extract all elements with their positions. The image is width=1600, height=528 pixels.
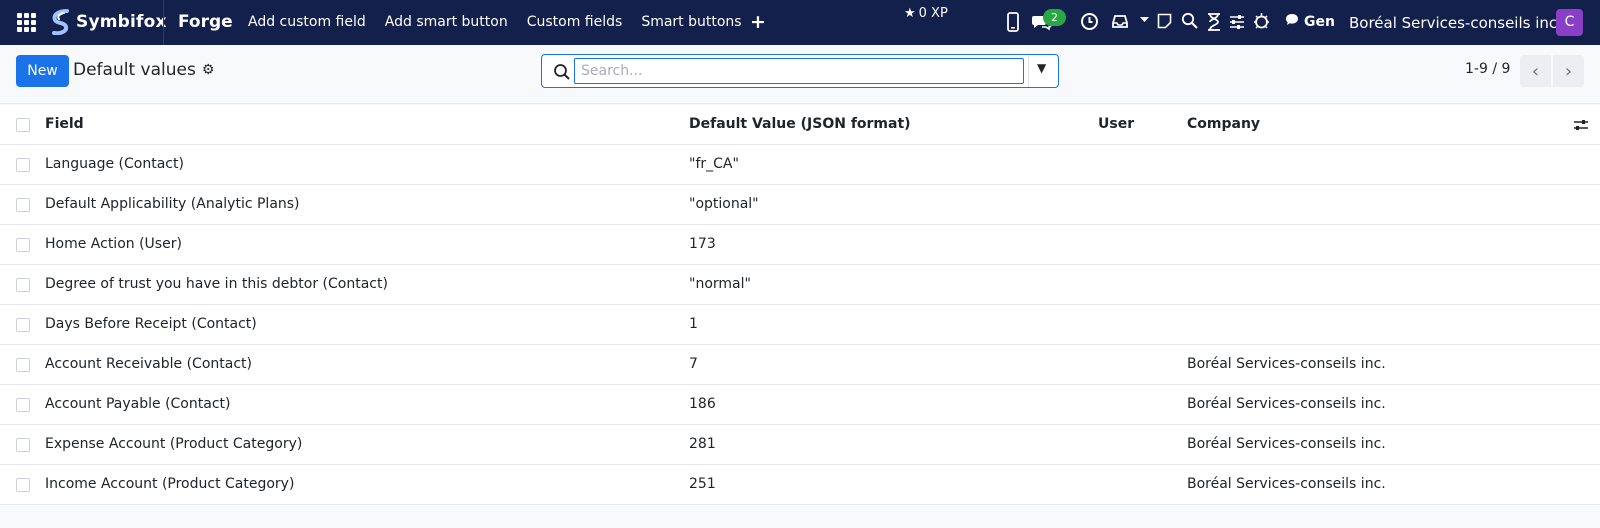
row-checkbox[interactable]	[16, 158, 30, 172]
apps-grid-icon[interactable]	[17, 13, 36, 32]
navbar-divider	[163, 0, 164, 45]
cell-field: Language (Contact)	[45, 156, 184, 172]
row-checkbox[interactable]	[16, 358, 30, 372]
list-table: Field Default Value (JSON format) User C…	[0, 105, 1600, 505]
row-checkbox[interactable]	[16, 398, 30, 412]
avatar[interactable]: C	[1556, 9, 1583, 36]
clock-icon[interactable]	[1080, 12, 1099, 31]
cell-field: Default Applicability (Analytic Plans)	[45, 196, 300, 212]
new-button[interactable]: New	[16, 55, 69, 87]
top-menu: Add custom field Add smart button Custom…	[248, 14, 761, 30]
sliders-icon[interactable]	[1229, 14, 1245, 30]
cell-field: Expense Account (Product Category)	[45, 436, 303, 452]
cell-field: Days Before Receipt (Contact)	[45, 316, 257, 332]
row-checkbox[interactable]	[16, 438, 30, 452]
search-divider	[1028, 55, 1029, 87]
xp-indicator[interactable]: ★ 0 XP	[904, 6, 948, 21]
cell-field: Income Account (Product Category)	[45, 476, 295, 492]
menu-item-add-custom-field[interactable]: Add custom field	[248, 14, 366, 30]
search-input[interactable]	[574, 58, 1024, 84]
cell-default-value: 7	[689, 356, 698, 372]
cell-field: Account Receivable (Contact)	[45, 356, 252, 372]
column-header-default-value[interactable]: Default Value (JSON format)	[689, 116, 911, 132]
inbox-icon[interactable]	[1112, 14, 1128, 29]
page-title: Default values	[73, 60, 196, 80]
cell-default-value: "optional"	[689, 196, 759, 212]
cell-company: Boréal Services-conseils inc.	[1187, 436, 1386, 452]
chevron-right-icon[interactable]: ›	[1553, 55, 1584, 87]
caret-down-icon[interactable]	[1140, 17, 1149, 23]
row-checkbox[interactable]	[16, 478, 30, 492]
cell-default-value: 251	[689, 476, 716, 492]
company-switcher[interactable]: Boréal Services-conseils inc.	[1349, 14, 1562, 32]
search-icon[interactable]	[1181, 12, 1198, 29]
brand-name: Symbifox	[76, 12, 167, 32]
row-checkbox[interactable]	[16, 238, 30, 252]
cell-field: Home Action (User)	[45, 236, 182, 252]
menu-item-add-smart-button[interactable]: Add smart button	[385, 14, 508, 30]
cell-company: Boréal Services-conseils inc.	[1187, 356, 1386, 372]
row-checkbox[interactable]	[16, 278, 30, 292]
table-row[interactable]: Income Account (Product Category) 251 Bo…	[0, 465, 1600, 505]
brand-logo-icon	[52, 9, 69, 35]
cell-field: Account Payable (Contact)	[45, 396, 231, 412]
pager-value[interactable]: 1-9 / 9	[1465, 61, 1510, 77]
column-options-icon[interactable]	[1573, 118, 1589, 132]
cell-field: Degree of trust you have in this debtor …	[45, 276, 388, 292]
cell-default-value: 186	[689, 396, 716, 412]
table-row[interactable]: Degree of trust you have in this debtor …	[0, 265, 1600, 305]
table-row[interactable]: Language (Contact) "fr_CA"	[0, 145, 1600, 185]
user-short-name: Gen	[1304, 13, 1335, 30]
hourglass-icon[interactable]	[1207, 13, 1221, 31]
note-icon[interactable]	[1157, 13, 1172, 29]
search-bar: ▼	[541, 54, 1059, 88]
star-icon: ★	[904, 6, 916, 21]
plus-icon[interactable]: +	[750, 11, 766, 33]
brand[interactable]: Symbifox	[50, 9, 167, 35]
table-row[interactable]: Account Payable (Contact) 186 Boréal Ser…	[0, 385, 1600, 425]
bug-icon[interactable]	[1253, 12, 1270, 31]
caret-down-icon[interactable]: ▼	[1037, 61, 1046, 75]
chat-bubble-icon	[1285, 13, 1299, 30]
table-header: Field Default Value (JSON format) User C…	[0, 105, 1600, 145]
cell-default-value: "normal"	[689, 276, 751, 292]
cell-default-value: 281	[689, 436, 716, 452]
select-all-checkbox[interactable]	[16, 118, 30, 132]
control-panel: New Default values ⚙ ▼ 1-9 / 9 ‹ ›	[0, 45, 1600, 104]
app-name[interactable]: Forge	[178, 12, 233, 32]
chevron-left-icon[interactable]: ‹	[1520, 55, 1551, 87]
row-checkbox[interactable]	[16, 198, 30, 212]
table-row[interactable]: Default Applicability (Analytic Plans) "…	[0, 185, 1600, 225]
user-menu[interactable]: Gen	[1285, 13, 1335, 30]
table-row[interactable]: Expense Account (Product Category) 281 B…	[0, 425, 1600, 465]
phone-icon[interactable]	[1007, 12, 1019, 32]
top-navbar: Symbifox Forge Add custom field Add smar…	[0, 0, 1600, 45]
column-header-company[interactable]: Company	[1187, 116, 1260, 132]
cell-company: Boréal Services-conseils inc.	[1187, 396, 1386, 412]
cell-default-value: "fr_CA"	[689, 156, 739, 172]
search-icon[interactable]	[552, 62, 572, 82]
table-row[interactable]: Home Action (User) 173	[0, 225, 1600, 265]
messages-count-badge: 2	[1043, 9, 1066, 26]
row-checkbox[interactable]	[16, 318, 30, 332]
gear-icon[interactable]: ⚙	[202, 62, 215, 78]
cell-default-value: 1	[689, 316, 698, 332]
menu-item-custom-fields[interactable]: Custom fields	[527, 14, 623, 30]
table-row[interactable]: Days Before Receipt (Contact) 1	[0, 305, 1600, 345]
xp-value: 0 XP	[918, 6, 948, 21]
column-header-field[interactable]: Field	[45, 116, 84, 132]
column-header-user[interactable]: User	[1098, 116, 1134, 132]
menu-item-smart-buttons[interactable]: Smart buttons	[641, 14, 741, 30]
cell-company: Boréal Services-conseils inc.	[1187, 476, 1386, 492]
cell-default-value: 173	[689, 236, 716, 252]
table-row[interactable]: Account Receivable (Contact) 7 Boréal Se…	[0, 345, 1600, 385]
breadcrumb: Default values ⚙	[73, 60, 214, 80]
